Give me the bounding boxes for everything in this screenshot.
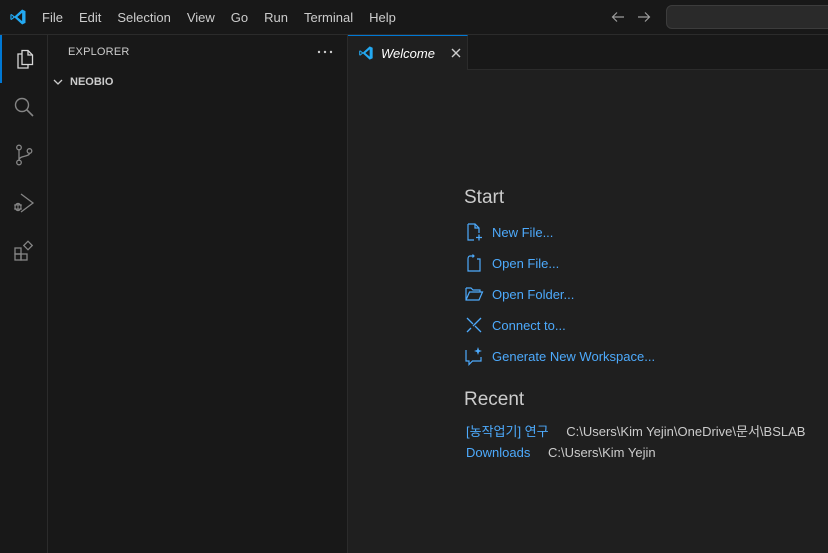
menu-file[interactable]: File <box>34 0 71 35</box>
menu-terminal[interactable]: Terminal <box>296 0 361 35</box>
go-forward-icon[interactable] <box>636 9 652 25</box>
close-icon[interactable] <box>448 45 464 61</box>
menu-edit[interactable]: Edit <box>71 0 109 35</box>
recent-item-path: C:\Users\Kim Yejin <box>547 445 656 460</box>
activity-bar <box>0 35 48 553</box>
connect-to-link[interactable]: Connect to... <box>464 314 566 336</box>
extensions-icon <box>14 240 34 261</box>
generate-workspace-label: Generate New Workspace... <box>492 348 656 364</box>
open-file-link[interactable]: Open File... <box>464 252 559 274</box>
workspace-folder-name: NEOBIO <box>70 76 114 88</box>
menu-bar: File Edit Selection View Go Run Terminal… <box>34 0 404 35</box>
source-control-icon <box>16 144 33 166</box>
search-activity-button[interactable] <box>0 83 48 131</box>
new-file-label: New File... <box>492 224 554 240</box>
title-bar: File Edit Selection View Go Run Terminal… <box>0 0 828 35</box>
menu-go[interactable]: Go <box>223 0 256 35</box>
command-center-search[interactable] <box>666 5 828 29</box>
workspace-folder-header[interactable]: NEOBIO <box>48 71 346 93</box>
go-back-icon[interactable] <box>610 9 626 25</box>
start-heading: Start <box>464 187 505 208</box>
source-control-activity-button[interactable] <box>0 131 48 179</box>
open-folder-icon <box>465 287 484 301</box>
explorer-activity-button[interactable] <box>0 35 48 83</box>
remote-connect-icon <box>466 317 482 333</box>
recent-item: [농작업기] 연구 C:\Users\Kim Yejin\OneDrive\문서… <box>466 421 805 440</box>
run-debug-activity-button[interactable] <box>0 179 48 227</box>
tab-label: Welcome <box>381 45 435 61</box>
tab-welcome[interactable]: Welcome <box>348 35 468 70</box>
menu-help[interactable]: Help <box>361 0 404 35</box>
new-file-link[interactable]: New File... <box>464 221 553 243</box>
menu-view[interactable]: View <box>179 0 223 35</box>
chevron-down-icon <box>53 79 63 85</box>
open-file-icon <box>467 254 481 272</box>
open-folder-link[interactable]: Open Folder... <box>464 283 574 305</box>
open-file-label: Open File... <box>492 255 560 271</box>
open-folder-label: Open Folder... <box>492 286 575 302</box>
menu-selection[interactable]: Selection <box>109 0 178 35</box>
more-actions-icon[interactable] <box>316 44 334 60</box>
new-file-icon <box>467 223 482 241</box>
editor-area: Welcome Start New File... Open File... O… <box>348 35 828 553</box>
files-icon <box>17 49 34 69</box>
search-icon <box>14 97 34 117</box>
connect-to-label: Connect to... <box>492 317 566 333</box>
sidebar-title: EXPLORER <box>68 46 130 58</box>
vscode-logo-icon[interactable] <box>9 8 27 26</box>
recent-item-link[interactable]: [농작업기] 연구 <box>466 424 549 439</box>
recent-item-path: C:\Users\Kim Yejin\OneDrive\문서\BSLAB <box>566 424 806 439</box>
sparkle-chat-icon <box>465 347 482 366</box>
recent-heading: Recent <box>464 389 525 410</box>
tab-bar: Welcome <box>348 35 828 70</box>
run-debug-icon <box>14 193 35 213</box>
vscode-welcome-icon <box>359 46 373 60</box>
extensions-activity-button[interactable] <box>0 227 48 275</box>
generate-workspace-link[interactable]: Generate New Workspace... <box>464 345 655 367</box>
menu-run[interactable]: Run <box>256 0 296 35</box>
recent-item: Downloads C:\Users\Kim Yejin <box>466 445 656 460</box>
explorer-sidebar: EXPLORER NEOBIO <box>48 35 348 553</box>
recent-item-link[interactable]: Downloads <box>466 445 530 460</box>
